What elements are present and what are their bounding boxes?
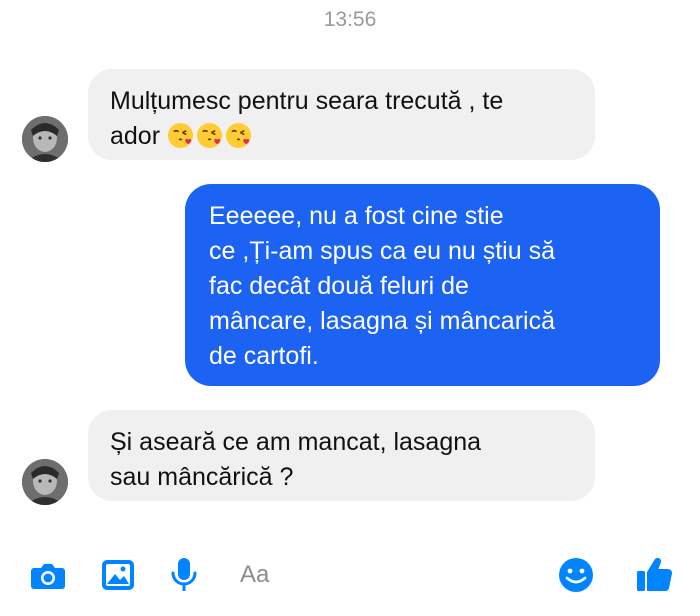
kissing-heart-emoji-icon (196, 122, 223, 149)
incoming-message-bubble[interactable]: Și aseară ce am mancat, lasagna sau mânc… (88, 410, 595, 501)
message-composer (0, 545, 700, 605)
emoji-icon[interactable] (556, 555, 596, 595)
incoming-message-bubble[interactable]: Mulțumesc pentru seara trecută , te ador (88, 69, 595, 160)
contact-avatar[interactable] (22, 116, 68, 162)
message-text-line: fac decât două feluri de (209, 272, 469, 300)
microphone-icon[interactable] (164, 555, 204, 595)
message-input[interactable] (238, 557, 542, 593)
message-text-line: ador (110, 122, 161, 150)
message-text-line: sau mâncărică ? (110, 463, 294, 491)
image-icon[interactable] (98, 555, 138, 595)
messenger-chat-screen: 13:56 Mulțumesc pentru seara trecută , t… (0, 0, 700, 616)
kissing-heart-emoji-icon (167, 122, 194, 149)
camera-icon[interactable] (28, 555, 68, 595)
kissing-heart-emoji-icon (225, 122, 252, 149)
message-text-line: Eeeeee, nu a fost cine stie (209, 202, 504, 230)
outgoing-message-bubble[interactable]: Eeeeee, nu a fost cine stie ce ,Ți-am sp… (185, 184, 660, 386)
thumbs-up-icon[interactable] (634, 553, 674, 595)
contact-avatar[interactable] (22, 459, 68, 505)
message-text-line: de cartofi. (209, 342, 319, 370)
message-text-line: Și aseară ce am mancat, lasagna (110, 428, 482, 456)
message-text-line: Mulțumesc pentru seara trecută , te (110, 87, 504, 115)
message-timestamp: 13:56 (323, 8, 377, 31)
message-text-line: mâncare, lasagna și mâncarică (209, 307, 555, 335)
message-text-line: ce ,Ți-am spus ca eu nu știu să (209, 237, 555, 265)
message-text-line-with-emoji: ador (110, 119, 573, 154)
